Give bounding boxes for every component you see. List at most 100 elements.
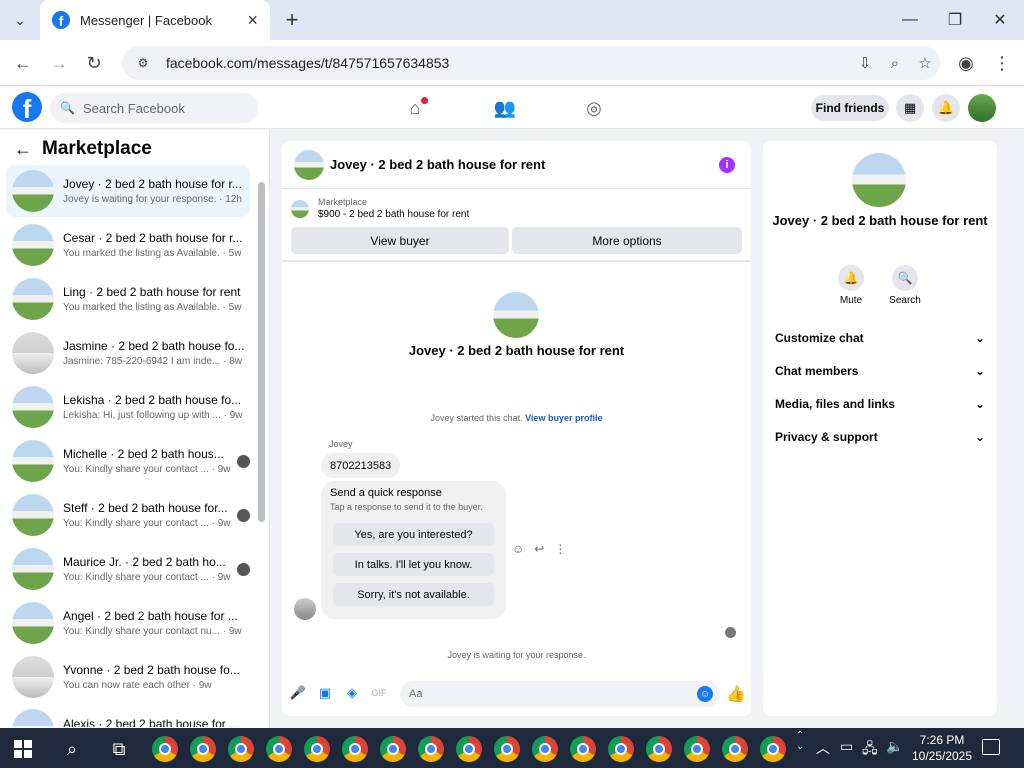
- chrome-taskbar-icon[interactable]: [646, 736, 672, 762]
- network-icon[interactable]: 🖧: [862, 738, 878, 762]
- find-friends-button[interactable]: Find friends: [811, 95, 889, 121]
- conversation-item[interactable]: Maurice Jr. · 2 bed 2 bath ho... You: Kin…: [6, 543, 250, 595]
- page-scrollbar[interactable]: [1012, 130, 1024, 728]
- chat-title[interactable]: Jovey · 2 bed 2 bath house for rent: [330, 157, 719, 172]
- site-info-icon[interactable]: ⚙: [134, 54, 152, 72]
- minimize-icon[interactable]: —: [890, 4, 930, 36]
- account-avatar[interactable]: [968, 94, 996, 122]
- install-app-icon[interactable]: ⇩: [850, 54, 880, 72]
- conversation-item[interactable]: Cesar · 2 bed 2 bath house for r... You m…: [6, 219, 250, 271]
- reload-icon[interactable]: ↻: [79, 48, 109, 78]
- reply-icon[interactable]: ↩: [534, 542, 544, 556]
- windows-start-icon[interactable]: [14, 740, 32, 758]
- microphone-icon[interactable]: 🎤: [289, 684, 307, 702]
- view-buyer-button[interactable]: View buyer: [291, 227, 509, 254]
- taskbar-search-icon[interactable]: ⌕: [58, 735, 86, 763]
- back-arrow-icon[interactable]: ←: [14, 139, 32, 160]
- more-options-button[interactable]: More options: [512, 227, 742, 254]
- meet-icon[interactable]: ▭: [840, 738, 853, 755]
- url-text[interactable]: facebook.com/messages/t/847571657634853: [166, 55, 850, 71]
- react-icon[interactable]: ☺: [512, 542, 524, 556]
- close-window-icon[interactable]: ✕: [980, 4, 1020, 36]
- more-icon[interactable]: ⋮: [554, 542, 566, 556]
- tab-search-chevron-icon[interactable]: ⌄: [8, 8, 32, 32]
- conversation-item[interactable]: Jasmine · 2 bed 2 bath house fo... Jasmin…: [6, 327, 250, 379]
- chat-profile-avatar: [493, 292, 539, 338]
- listing-info[interactable]: Marketplace $900 - 2 bed 2 bath house fo…: [291, 197, 469, 220]
- photo-icon[interactable]: ▣: [316, 684, 334, 702]
- conversation-item[interactable]: Alexis · 2 bed 2 bath house for ...: [6, 705, 250, 727]
- quick-response-option[interactable]: In talks. I'll let you know.: [333, 553, 494, 576]
- browser-menu-icon[interactable]: ⋮: [987, 48, 1017, 78]
- back-icon[interactable]: ←: [8, 48, 38, 78]
- taskbar-clock[interactable]: 7:26 PM 10/25/2025: [908, 732, 976, 764]
- sticker-icon[interactable]: ◈: [343, 684, 361, 702]
- chrome-taskbar-icon[interactable]: [152, 736, 178, 762]
- taskbar-overflow-icon[interactable]: ⌃ ⌄: [796, 730, 804, 752]
- groups-icon[interactable]: ◎: [579, 95, 609, 121]
- listing-price-title: $900 - 2 bed 2 bath house for rent: [318, 209, 470, 220]
- chrome-taskbar-icon[interactable]: [494, 736, 520, 762]
- conversation-item[interactable]: Yvonne · 2 bed 2 bath house fo... You can…: [6, 651, 250, 703]
- facebook-logo-icon[interactable]: f: [12, 92, 42, 122]
- customize-chat-section[interactable]: Customize chat ⌄: [775, 331, 985, 345]
- quick-response-option[interactable]: Sorry, it's not available.: [333, 583, 494, 606]
- home-icon[interactable]: ⌂: [400, 95, 430, 121]
- chrome-taskbar-icon[interactable]: [570, 736, 596, 762]
- restore-icon[interactable]: ❐: [935, 4, 975, 36]
- profile-icon[interactable]: ◉: [951, 48, 981, 78]
- message-input[interactable]: Aa: [400, 681, 720, 707]
- chrome-taskbar-icon[interactable]: [304, 736, 330, 762]
- info-icon[interactable]: i: [719, 156, 735, 173]
- chrome-taskbar-icon[interactable]: [418, 736, 444, 762]
- close-tab-icon[interactable]: ×: [247, 10, 258, 31]
- tray-expand-icon[interactable]: ︿: [816, 738, 830, 758]
- chrome-taskbar-icon[interactable]: [190, 736, 216, 762]
- chrome-taskbar-icon[interactable]: [608, 736, 634, 762]
- forward-icon[interactable]: →: [44, 48, 74, 78]
- volume-icon[interactable]: 🔈: [886, 738, 903, 755]
- chrome-taskbar-icon[interactable]: [684, 736, 710, 762]
- chrome-taskbar-icon[interactable]: [722, 736, 748, 762]
- menu-grid-icon[interactable]: ▦: [896, 94, 924, 122]
- gif-icon[interactable]: GIF: [370, 684, 388, 702]
- conversation-item[interactable]: Ling · 2 bed 2 bath house for rent You ma…: [6, 273, 250, 325]
- message-bubble[interactable]: 8702213583: [321, 453, 401, 478]
- search-chat-button[interactable]: 🔍 Search: [885, 265, 925, 306]
- conversation-item[interactable]: Michelle · 2 bed 2 bath hous... You: Kind…: [6, 435, 250, 487]
- task-view-icon[interactable]: ⧉: [105, 735, 133, 763]
- conversation-list-scrollbar[interactable]: [258, 182, 265, 522]
- chrome-taskbar-icon[interactable]: [342, 736, 368, 762]
- chat-header: Jovey · 2 bed 2 bath house for rent i: [282, 141, 751, 189]
- new-tab-icon[interactable]: +: [280, 6, 304, 34]
- chat-started-notice: Jovey started this chat. View buyer prof…: [282, 413, 751, 423]
- avatar: [12, 548, 54, 590]
- notifications-bell-icon[interactable]: 🔔: [932, 94, 960, 122]
- chat-members-section[interactable]: Chat members ⌄: [775, 364, 985, 378]
- chrome-taskbar-icon[interactable]: [380, 736, 406, 762]
- quick-response-option[interactable]: Yes, are you interested?: [333, 523, 494, 546]
- chrome-taskbar-icon[interactable]: [760, 736, 786, 762]
- mute-button[interactable]: 🔔 Mute: [831, 265, 871, 306]
- zoom-icon[interactable]: ⌕: [880, 55, 910, 72]
- media-files-links-section[interactable]: Media, files and links ⌄: [775, 397, 985, 411]
- view-buyer-profile-link[interactable]: View buyer profile: [525, 413, 602, 423]
- privacy-support-section[interactable]: Privacy & support ⌄: [775, 430, 985, 444]
- conversation-item[interactable]: Angel · 2 bed 2 bath house for ... You: K…: [6, 597, 250, 649]
- browser-tab[interactable]: f Messenger | Facebook ×: [40, 0, 270, 40]
- chat-avatar[interactable]: [294, 149, 324, 180]
- chrome-taskbar-icon[interactable]: [228, 736, 254, 762]
- action-center-icon[interactable]: [982, 739, 1000, 755]
- bookmark-star-icon[interactable]: ☆: [910, 54, 940, 72]
- conversation-item[interactable]: Jovey · 2 bed 2 bath house for r... Jovey…: [6, 165, 250, 217]
- like-thumb-icon[interactable]: 👍: [726, 684, 746, 704]
- chrome-taskbar-icon[interactable]: [532, 736, 558, 762]
- chrome-taskbar-icon[interactable]: [266, 736, 292, 762]
- facebook-search-input[interactable]: 🔍 Search Facebook: [50, 93, 258, 123]
- friends-icon[interactable]: 👥: [490, 95, 520, 121]
- conversation-item[interactable]: Steff · 2 bed 2 bath house for... You: Ki…: [6, 489, 250, 541]
- emoji-icon[interactable]: ☺: [697, 686, 713, 702]
- address-bar[interactable]: ⚙ facebook.com/messages/t/84757165763485…: [122, 46, 940, 80]
- chrome-taskbar-icon[interactable]: [456, 736, 482, 762]
- conversation-item[interactable]: Lekisha · 2 bed 2 bath house fo... Lekish…: [6, 381, 250, 433]
